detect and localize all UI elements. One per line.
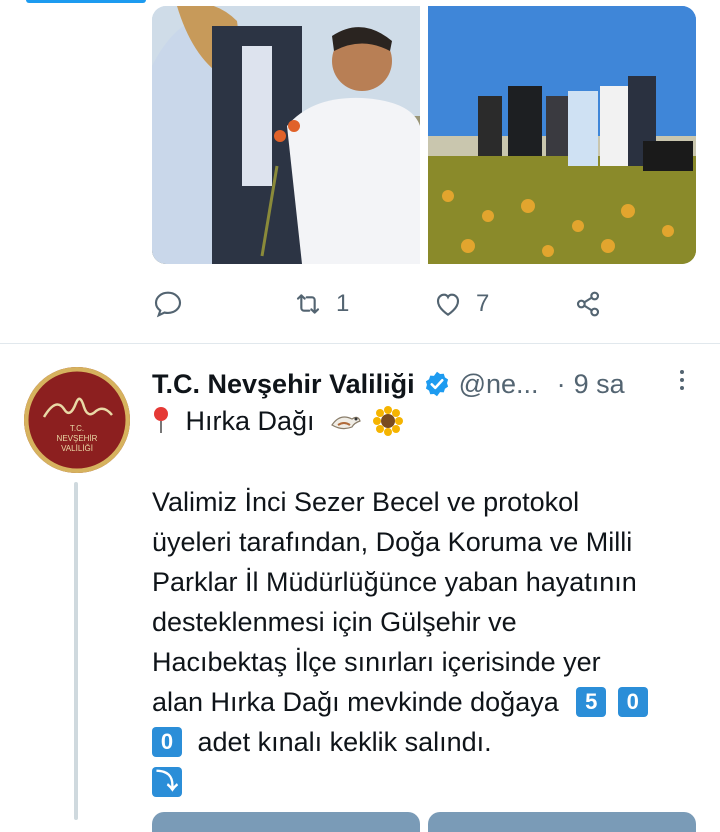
retweet-button[interactable]: 1 [292,288,432,320]
tweet-body-line-4: desteklenmesi için Gülşehir ve [152,607,517,637]
svg-text:NEVŞEHİR: NEVŞEHİR [57,434,98,443]
location-text: Hırka Dağı [185,406,315,436]
photo-2-illustration [428,6,696,264]
media-photo-2[interactable] [428,6,696,264]
timestamp[interactable]: 9 sa [574,369,625,400]
share-icon [576,291,600,317]
photo-1-illustration [152,6,420,264]
down-arrow-icon: ⤵ [152,767,182,797]
tweet-body-line-7: 0 adet kınalı keklik salındı. [152,727,492,758]
avatar[interactable]: T.C. NEVŞEHİR VALİLİĞİ [24,367,130,473]
tweet-body-line-3: Parklar İl Müdürlüğünce yaban hayatının [152,567,637,597]
like-count: 7 [476,290,490,317]
tweet-divider [0,343,720,344]
media-preview-left[interactable] [152,812,420,832]
tweet-body-line-8: ⤵ [152,767,182,798]
retweet-count: 1 [336,290,350,317]
more-options-icon[interactable] [680,370,686,390]
tweet-body-line-6: alan Hırka Dağı mevkinde doğaya 5 0 [152,687,648,718]
tweet-body-line-1: Valimiz İnci Sezer Becel ve protokol [152,487,580,517]
verified-badge-icon [425,371,448,397]
keycap-zero: 0 [617,687,648,717]
media-photo-1[interactable] [152,6,420,264]
thread-connector-line [74,482,78,820]
tweet-header: T.C. Nevşehir Valiliği @ne... · 9 sa [152,364,702,404]
tweet-body-line-6-text: alan Hırka Dağı mevkinde doğaya [152,687,559,717]
sunflower-icon [372,406,403,436]
separator-dot: · [556,368,566,399]
previous-tweet-media[interactable] [152,6,696,264]
tweet-first-line: Hırka Dağı [152,405,404,437]
svg-text:T.C.: T.C. [70,424,84,433]
avatar-logo: T.C. NEVŞEHİR VALİLİĞİ [25,368,129,472]
tweet-body-line-7-text: adet kınalı keklik salındı. [197,727,492,757]
reply-icon [154,291,182,318]
reply-button[interactable] [152,288,292,320]
retweet-icon [296,294,320,314]
media-preview-right[interactable] [428,812,696,832]
handle[interactable]: @ne... [459,369,539,400]
tweet-body-line-2: üyeleri tarafından, Doğa Koruma ve Milli [152,527,633,557]
share-button[interactable] [572,288,622,320]
previous-tweet-actions: 1 7 [152,282,622,326]
tweet-media-preview[interactable] [152,812,696,832]
display-name[interactable]: T.C. Nevşehir Valiliği [152,369,415,400]
keycap-five: 5 [576,687,607,717]
svg-text:VALİLİĞİ: VALİLİĞİ [61,444,93,453]
tweet-body-line-5: Hacıbektaş İlçe sınırları içerisinde yer [152,647,601,677]
heart-icon [436,293,460,316]
like-button[interactable]: 7 [432,288,572,320]
round-pushpin-icon [154,407,168,433]
keycap-zero: 0 [152,727,182,757]
bird-icon [331,416,361,430]
previous-element-fragment [26,0,146,3]
